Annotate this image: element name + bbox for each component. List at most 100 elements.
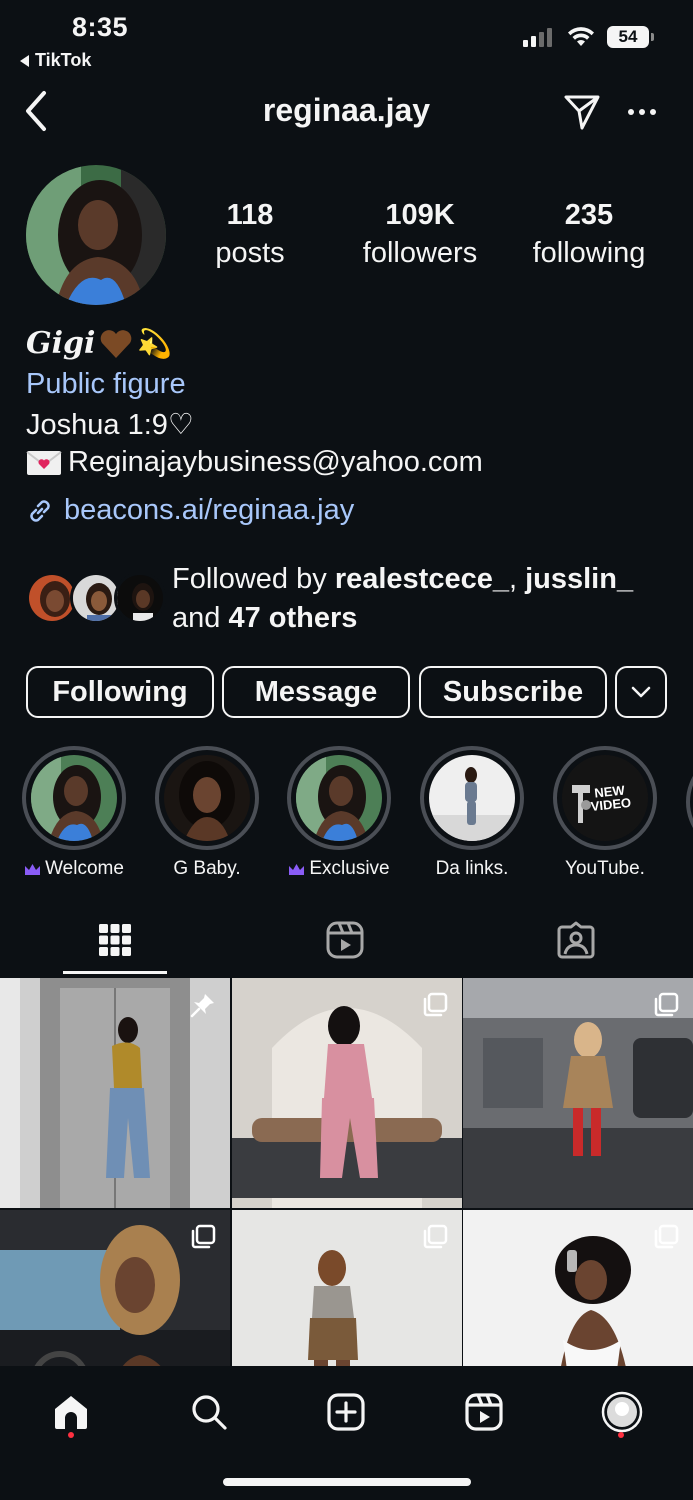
bio-line-email: Reginajaybusiness@yahoo.com — [26, 446, 483, 479]
grid-post[interactable] — [0, 1209, 230, 1366]
highlight-label-text: YouTube. — [565, 858, 645, 879]
carousel-icon — [191, 1224, 216, 1248]
followers-count: 109K — [385, 199, 455, 231]
highlight-cover — [429, 755, 515, 841]
brown-heart-icon — [101, 329, 132, 358]
home-icon — [55, 1396, 87, 1429]
highlight-cover — [296, 755, 382, 841]
followed-by-separator: , — [508, 563, 518, 595]
profile-icon — [601, 1391, 643, 1433]
display-name-text: Gigi — [26, 326, 96, 361]
mutual-avatar — [114, 572, 166, 624]
profile-link-text: beacons.ai/reginaa.jay — [64, 494, 355, 526]
tagged-icon — [557, 921, 595, 959]
following-stat[interactable]: 235 following — [520, 196, 658, 272]
highlight-welcome[interactable]: Welcome — [22, 746, 126, 880]
carousel-icon — [654, 992, 679, 1017]
following-label: following — [532, 237, 646, 269]
highlight-label-text: G Baby. — [173, 858, 241, 879]
suggested-accounts-button[interactable] — [615, 666, 667, 718]
highlight-label: Welcome — [2, 858, 146, 880]
highlight-peek[interactable] — [686, 750, 693, 854]
grid-post[interactable] — [463, 1209, 693, 1366]
status-time: 8:35 — [72, 12, 129, 42]
grid-post[interactable] — [463, 978, 693, 1208]
back-triangle-icon — [20, 54, 29, 67]
back-to-app-link[interactable]: TikTok — [20, 50, 91, 71]
battery-level: 54 — [618, 27, 638, 46]
nav-search[interactable] — [185, 1388, 233, 1436]
nav-home[interactable] — [47, 1388, 95, 1436]
reels-icon — [465, 1393, 503, 1431]
profile-notification-dot — [618, 1432, 624, 1438]
mutual-user-2: jusslin_ — [525, 563, 634, 595]
battery-indicator: 54 — [607, 26, 654, 48]
following-count: 235 — [564, 199, 614, 231]
wifi-icon — [568, 27, 594, 46]
followers-stat[interactable]: 109K followers — [350, 196, 490, 272]
profile-link[interactable]: beacons.ai/reginaa.jay — [26, 494, 354, 527]
highlight-cover: NEW VIDEO — [562, 755, 648, 841]
grid-icon — [99, 924, 131, 956]
search-icon — [192, 1395, 227, 1430]
posts-count: 118 — [226, 199, 274, 231]
link-icon — [30, 499, 50, 522]
cellular-signal-icon — [523, 28, 552, 47]
display-name: Gigi 💫 — [26, 326, 172, 361]
following-button[interactable]: Following — [26, 666, 214, 718]
highlight-exclusive[interactable]: Exclusive — [287, 746, 391, 880]
active-tab-indicator — [63, 971, 167, 974]
highlight-youtube[interactable]: NEW VIDEO YouTube. — [553, 746, 657, 880]
followed-by-and: and — [172, 602, 221, 634]
highlight-label-text: Welcome — [45, 858, 124, 879]
new-video-line2: VIDEO — [590, 794, 632, 815]
highlight-label-text: Exclusive — [309, 858, 390, 879]
highlight-label: Da links. — [400, 858, 544, 880]
posts-grid — [0, 978, 693, 1366]
grid-post[interactable] — [0, 978, 230, 1208]
tab-posts-grid[interactable] — [95, 918, 135, 962]
followed-by-text[interactable]: Followed by realestcece_, jusslin_ and 4… — [172, 560, 682, 638]
highlight-ring — [287, 746, 391, 850]
highlight-cover — [164, 755, 250, 841]
highlight-da-links[interactable]: Da links. — [420, 746, 524, 880]
posts-label: posts — [215, 237, 285, 269]
grid-post[interactable] — [231, 1209, 462, 1366]
more-horizontal-icon[interactable] — [626, 100, 658, 124]
profile-screen: 8:35 TikTok 54 reginaa.jay 118 posts 109… — [0, 0, 693, 1500]
followers-label: followers — [362, 237, 478, 269]
posts-stat[interactable]: 118 posts — [200, 196, 300, 272]
crown-icon — [25, 863, 41, 875]
highlight-ring: NEW VIDEO — [553, 746, 657, 850]
new-video-badge: NEW VIDEO — [589, 782, 632, 815]
tab-reels[interactable] — [325, 918, 365, 962]
profile-avatar[interactable] — [26, 165, 166, 305]
create-icon — [327, 1393, 365, 1431]
highlight-g-baby[interactable]: G Baby. — [155, 746, 259, 880]
nav-create[interactable] — [322, 1388, 370, 1436]
paper-plane-icon[interactable] — [562, 92, 602, 132]
profile-category: Public figure — [26, 368, 186, 400]
bio-email-text: Reginajaybusiness@yahoo.com — [68, 446, 483, 478]
highlight-cover — [31, 755, 117, 841]
mutual-followers-avatars[interactable] — [26, 572, 166, 626]
love-letter-icon — [26, 450, 62, 475]
crown-icon — [289, 863, 305, 875]
highlight-label: Exclusive — [267, 858, 411, 880]
chevron-down-icon — [631, 686, 651, 698]
status-indicators: 54 — [523, 26, 654, 48]
tab-tagged[interactable] — [556, 918, 596, 962]
carousel-icon — [423, 992, 447, 1017]
highlight-ring — [22, 746, 126, 850]
highlight-label: G Baby. — [135, 858, 279, 880]
pin-icon — [190, 994, 214, 1018]
home-notification-dot — [68, 1432, 74, 1438]
nav-reels[interactable] — [460, 1388, 508, 1436]
home-indicator — [223, 1478, 471, 1486]
message-button[interactable]: Message — [222, 666, 410, 718]
subscribe-button[interactable]: Subscribe — [419, 666, 607, 718]
carousel-icon — [654, 1224, 679, 1248]
highlight-ring — [155, 746, 259, 850]
grid-post[interactable] — [231, 978, 462, 1208]
nav-profile[interactable] — [598, 1388, 646, 1436]
